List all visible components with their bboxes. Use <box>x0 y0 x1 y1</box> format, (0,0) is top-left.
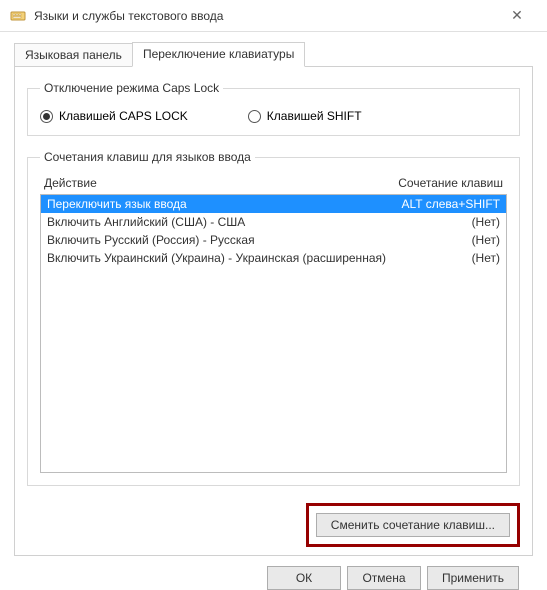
change-hotkey-button[interactable]: Сменить сочетание клавиш... <box>316 513 510 537</box>
col-action: Действие <box>44 176 97 190</box>
col-combo: Сочетание клавиш <box>398 176 503 190</box>
radio-shift-label: Клавишей SHIFT <box>267 109 362 123</box>
row-action: Включить Русский (Россия) - Русская <box>47 233 255 247</box>
capslock-legend: Отключение режима Caps Lock <box>40 81 223 95</box>
titlebar: Языки и службы текстового ввода ✕ <box>0 0 547 32</box>
tab-strip: Языковая панель Переключение клавиатуры <box>14 42 533 66</box>
hotkey-row[interactable]: Включить Украинский (Украина) - Украинск… <box>41 249 506 267</box>
hotkeys-group: Сочетания клавиш для языков ввода Действ… <box>27 150 520 486</box>
hotkey-row[interactable]: Включить Английский (США) - США (Нет) <box>41 213 506 231</box>
radio-icon <box>40 110 53 123</box>
hotkeys-listbox[interactable]: Переключить язык ввода ALT слева+SHIFT Вкл… <box>40 194 507 473</box>
dialog-buttons: ОК Отмена Применить <box>14 556 533 590</box>
row-action: Включить Украинский (Украина) - Украинск… <box>47 251 386 265</box>
capslock-group: Отключение режима Caps Lock Клавишей CAP… <box>27 81 520 136</box>
hotkeys-legend: Сочетания клавиш для языков ввода <box>40 150 255 164</box>
row-action: Переключить язык ввода <box>47 197 187 211</box>
tab-language-bar[interactable]: Языковая панель <box>14 43 133 66</box>
radio-capslock-label: Клавишей CAPS LOCK <box>59 109 188 123</box>
row-combo: (Нет) <box>472 251 500 265</box>
row-combo: (Нет) <box>472 233 500 247</box>
row-action: Включить Английский (США) - США <box>47 215 245 229</box>
radio-icon <box>248 110 261 123</box>
apply-button[interactable]: Применить <box>427 566 519 590</box>
list-header: Действие Сочетание клавиш <box>40 174 507 194</box>
hotkey-row[interactable]: Включить Русский (Россия) - Русская (Нет) <box>41 231 506 249</box>
tab-keyboard-switch[interactable]: Переключение клавиатуры <box>132 42 305 67</box>
tab-panel: Отключение режима Caps Lock Клавишей CAP… <box>14 66 533 556</box>
content: Языковая панель Переключение клавиатуры … <box>0 32 547 590</box>
row-combo: (Нет) <box>472 215 500 229</box>
ok-button[interactable]: ОК <box>267 566 341 590</box>
window-title: Языки и службы текстового ввода <box>34 9 497 23</box>
hotkey-row[interactable]: Переключить язык ввода ALT слева+SHIFT <box>41 195 506 213</box>
close-button[interactable]: ✕ <box>497 7 537 24</box>
cancel-button[interactable]: Отмена <box>347 566 421 590</box>
row-combo: ALT слева+SHIFT <box>402 197 501 211</box>
change-hotkey-highlight: Сменить сочетание клавиш... <box>306 503 520 547</box>
radio-shift[interactable]: Клавишей SHIFT <box>248 109 362 123</box>
radio-capslock[interactable]: Клавишей CAPS LOCK <box>40 109 188 123</box>
keyboard-icon <box>10 8 26 24</box>
